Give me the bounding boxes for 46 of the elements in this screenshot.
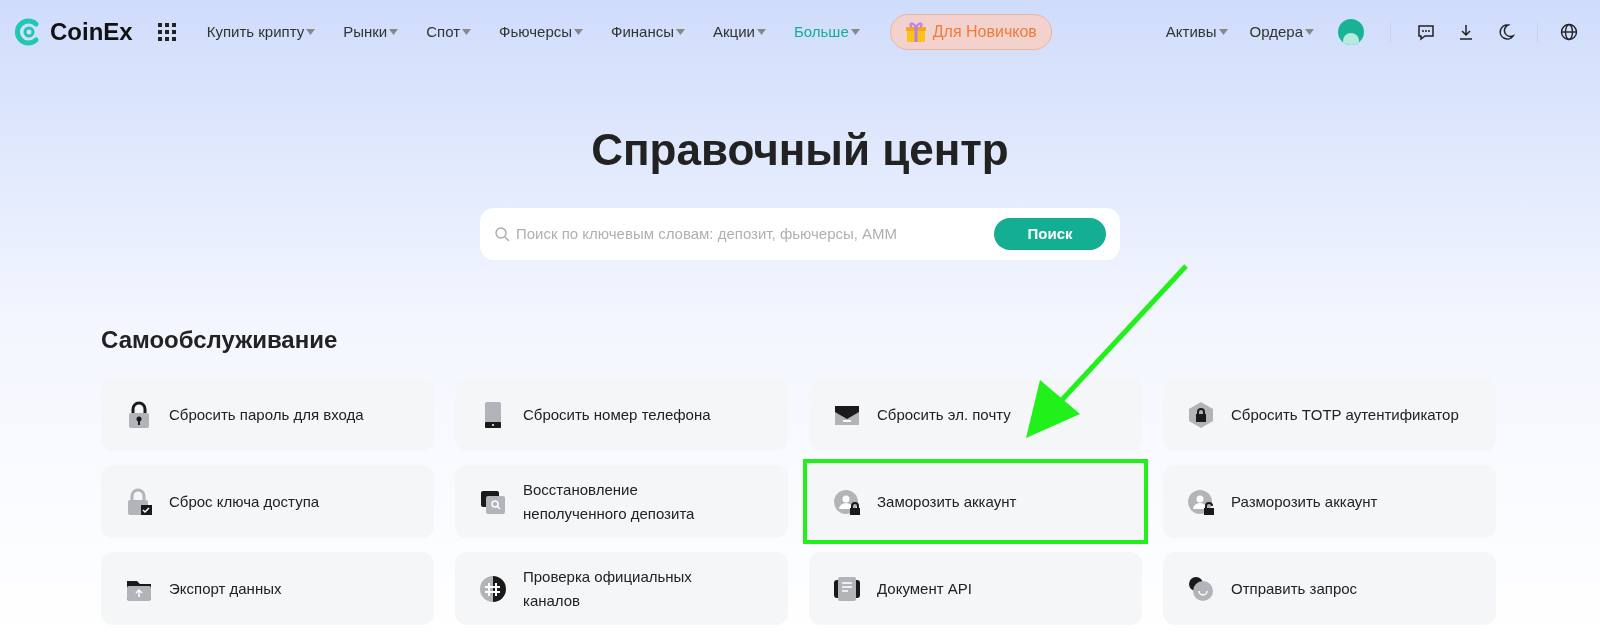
caret-icon [462,29,472,35]
self-service-card[interactable]: Сброс ключа доступа [101,465,434,538]
self-service-card[interactable]: Проверка официальных каналов [455,552,788,625]
self-service-card[interactable]: Заморозить аккаунт [803,459,1148,544]
nav-link[interactable]: Спот [426,20,472,44]
user-unlock-icon [1187,487,1215,516]
user-lock-icon [833,487,861,516]
nav-link[interactable]: Фьючерсы [499,20,583,44]
caret-icon [850,29,860,35]
self-service-card[interactable]: Экспорт данных [101,552,434,625]
apps-grid-icon[interactable] [156,22,177,42]
nav-link[interactable]: Активы [1165,20,1228,44]
self-service-card[interactable]: Разморозить аккаунт [1163,465,1496,538]
search-icon [494,226,510,242]
chat-bubbles-icon [1187,574,1215,603]
self-service-card[interactable]: Сбросить номер телефона [455,378,788,451]
shield-lock-icon [1187,400,1215,429]
caret-icon [389,29,399,35]
nav-link[interactable]: Финансы [611,20,685,44]
caret-icon [1305,29,1314,35]
caret-icon [306,29,316,35]
nav-link[interactable]: Акции [713,20,766,44]
nav-link[interactable]: Рынки [343,20,399,44]
globe-icon[interactable] [1560,23,1578,41]
nav-link[interactable]: Купить крипту [206,20,316,44]
caret-icon [756,29,766,35]
padlock-check-icon [125,487,153,516]
self-service-card[interactable]: Сбросить эл. почту [809,378,1142,451]
nav-link[interactable]: Ордера [1249,20,1314,44]
download-icon[interactable] [1457,23,1475,41]
self-service-card[interactable]: Документ API [809,552,1142,625]
document-icon [833,574,861,603]
moon-icon[interactable] [1497,23,1515,41]
page-title: Справочный центр [590,124,1010,176]
self-service-card[interactable]: Сбросить TOTP аутентификатор [1163,378,1496,451]
caret-icon [1218,29,1228,35]
self-service-card[interactable]: Отправить запрос [1163,552,1496,625]
hashtag-icon [479,574,507,603]
self-service-card[interactable]: Восстановление неполученного депозита [455,465,788,538]
caret-icon [676,29,685,35]
coinex-logo[interactable]: CoinEx [14,14,133,50]
self-service-card[interactable]: Сбросить пароль для входа [101,378,434,451]
chat-icon[interactable] [1417,23,1435,41]
gift-icon [904,21,927,43]
section-title: Самообслуживание [101,325,339,355]
caret-icon [574,29,583,35]
